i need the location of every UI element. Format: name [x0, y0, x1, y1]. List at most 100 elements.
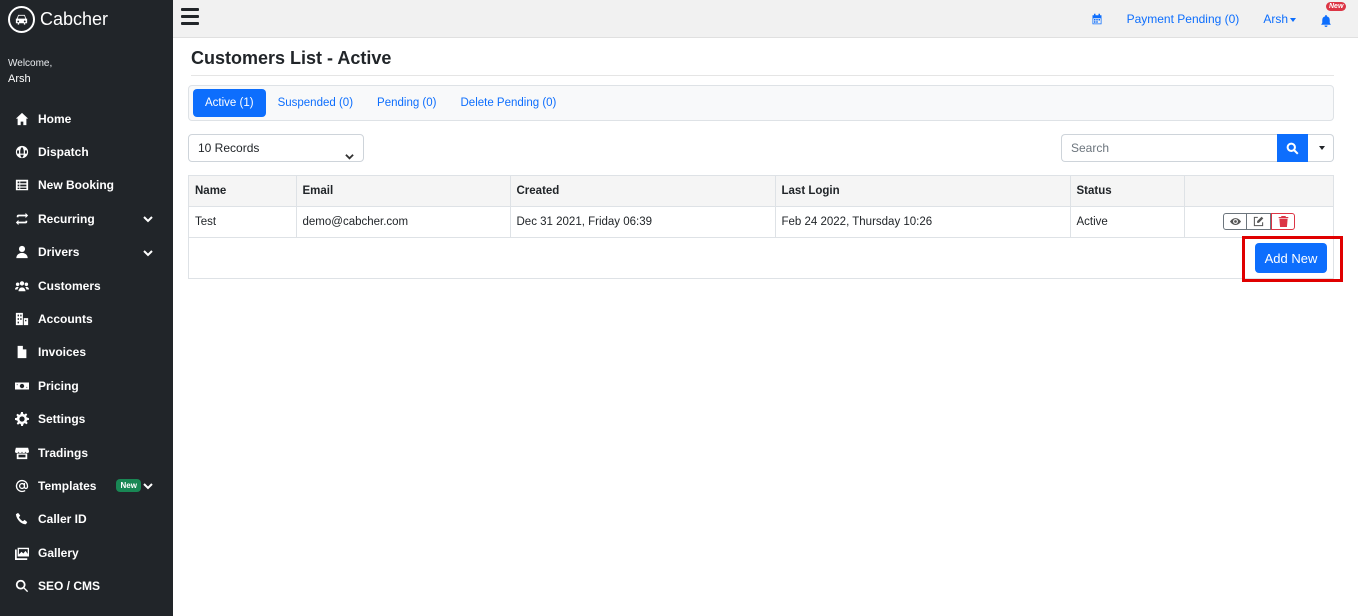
sidebar-item-dispatch[interactable]: Dispatch [0, 135, 173, 168]
sidebar-item-label: Pricing [38, 378, 79, 393]
list-icon [14, 177, 30, 193]
new-badge: New [116, 479, 141, 493]
status-tabs: Active (1) Suspended (0) Pending (0) Del… [188, 85, 1334, 121]
customers-table: Name Email Created Last Login Status Tes… [188, 175, 1334, 279]
cell-created: Dec 31 2021, Friday 06:39 [510, 206, 776, 238]
sidebar-item-recurring[interactable]: Recurring [0, 202, 173, 235]
sidebar-nav: Home Dispatch New Booking Recurring Driv… [0, 102, 173, 603]
tab-active[interactable]: Active (1) [193, 89, 266, 117]
chevron-down-icon [143, 480, 153, 490]
sidebar-item-label: Accounts [38, 312, 93, 327]
records-per-page-select[interactable]: 10 Records [188, 134, 364, 162]
chevron-down-icon [345, 144, 354, 160]
page-title: Customers List - Active [191, 48, 392, 68]
sidebar-item-pricing[interactable]: Pricing [0, 369, 173, 402]
sidebar-item-label: Settings [38, 412, 86, 427]
eye-icon [1229, 218, 1241, 225]
sidebar-item-customers[interactable]: Customers [0, 269, 173, 302]
cell-name: Test [189, 206, 297, 238]
sidebar-item-label: Drivers [38, 245, 80, 260]
sidebar-item-gallery[interactable]: Gallery [0, 536, 173, 569]
at-icon [14, 478, 30, 494]
column-header-created[interactable]: Created [510, 176, 776, 207]
sidebar-item-tradings[interactable]: Tradings [0, 436, 173, 469]
records-select-value: 10 Records [198, 141, 260, 155]
hamburger-menu-icon[interactable] [181, 8, 199, 26]
sidebar-item-caller-id[interactable]: Caller ID [0, 503, 173, 536]
sidebar-item-label: Tradings [38, 445, 89, 460]
money-icon [14, 378, 30, 394]
column-header-last-login[interactable]: Last Login [775, 176, 1071, 207]
notifications-button[interactable]: New [1320, 2, 1347, 27]
sidebar-item-label: Home [38, 111, 72, 126]
sidebar-item-label: Dispatch [38, 145, 89, 160]
brand-name: Cabcher [40, 8, 109, 29]
welcome-user: Arsh [8, 73, 31, 85]
sidebar-item-label: Invoices [38, 345, 87, 360]
search-input[interactable] [1061, 134, 1277, 162]
table-row: Test demo@cabcher.com Dec 31 2021, Frida… [189, 206, 1333, 238]
cell-email: demo@cabcher.com [296, 206, 511, 238]
gear-icon [14, 411, 30, 427]
sidebar-item-label: Recurring [38, 211, 95, 226]
cell-last-login: Feb 24 2022, Thursday 10:26 [775, 206, 1071, 238]
topbar: Payment Pending (0) Arsh New [173, 0, 1358, 38]
payment-pending-link[interactable]: Payment Pending (0) [1127, 12, 1240, 26]
notification-badge: New [1326, 2, 1347, 11]
search-button[interactable] [1277, 134, 1308, 162]
bell-icon [1321, 15, 1331, 27]
calendar-icon[interactable] [1091, 13, 1103, 25]
column-header-status[interactable]: Status [1070, 176, 1185, 207]
edit-icon [1253, 216, 1264, 227]
sidebar-item-label: Templates [38, 478, 97, 493]
sidebar-item-new-booking[interactable]: New Booking [0, 169, 173, 202]
caret-down-icon [1290, 17, 1296, 22]
repeat-icon [14, 211, 30, 227]
globe-icon [14, 144, 30, 160]
column-header-name[interactable]: Name [189, 176, 297, 207]
sidebar-item-drivers[interactable]: Drivers [0, 236, 173, 269]
search-group [1061, 134, 1334, 162]
delete-button[interactable] [1271, 213, 1295, 230]
search-icon [1286, 142, 1299, 154]
cell-status: Active [1070, 206, 1185, 238]
edit-button[interactable] [1247, 213, 1271, 230]
view-button[interactable] [1223, 213, 1247, 230]
sidebar-item-accounts[interactable]: Accounts [0, 302, 173, 335]
divider [191, 75, 1334, 76]
phone-icon [14, 511, 30, 527]
sidebar-item-label: Gallery [38, 545, 79, 560]
sidebar-item-settings[interactable]: Settings [0, 403, 173, 436]
table-header-row: Name Email Created Last Login Status [189, 176, 1333, 207]
sidebar: Cabcher Welcome, Arsh Home Dispatch New … [0, 0, 173, 616]
sidebar-item-templates[interactable]: Templates New [0, 469, 173, 502]
sidebar-item-label: Caller ID [38, 512, 87, 527]
sidebar-item-label: Customers [38, 278, 101, 293]
user-menu[interactable]: Arsh [1263, 12, 1296, 26]
images-icon [14, 545, 30, 561]
sidebar-item-invoices[interactable]: Invoices [0, 336, 173, 369]
sidebar-item-label: New Booking [38, 178, 115, 193]
store-icon [14, 445, 30, 461]
sidebar-item-seo-cms[interactable]: SEO / CMS [0, 569, 173, 602]
user-icon [14, 244, 30, 260]
search-options-dropdown[interactable] [1308, 134, 1334, 162]
tab-delete-pending[interactable]: Delete Pending (0) [449, 89, 569, 117]
chevron-down-icon [143, 247, 153, 257]
sidebar-item-label: SEO / CMS [38, 579, 101, 594]
tab-pending[interactable]: Pending (0) [365, 89, 448, 117]
welcome-label: Welcome, [8, 58, 53, 69]
topbar-actions: Payment Pending (0) Arsh New [1091, 0, 1358, 38]
sidebar-item-home[interactable]: Home [0, 102, 173, 135]
building-icon [14, 311, 30, 327]
search-icon [14, 578, 30, 594]
home-icon [14, 111, 30, 127]
brand[interactable]: Cabcher [0, 0, 173, 38]
column-header-actions [1184, 176, 1333, 207]
tab-suspended[interactable]: Suspended (0) [266, 89, 365, 117]
car-logo-icon [8, 5, 35, 33]
add-new-button[interactable]: Add New [1255, 243, 1327, 273]
column-header-email[interactable]: Email [296, 176, 511, 207]
caret-down-icon [1318, 146, 1325, 150]
chevron-down-icon [143, 213, 153, 223]
